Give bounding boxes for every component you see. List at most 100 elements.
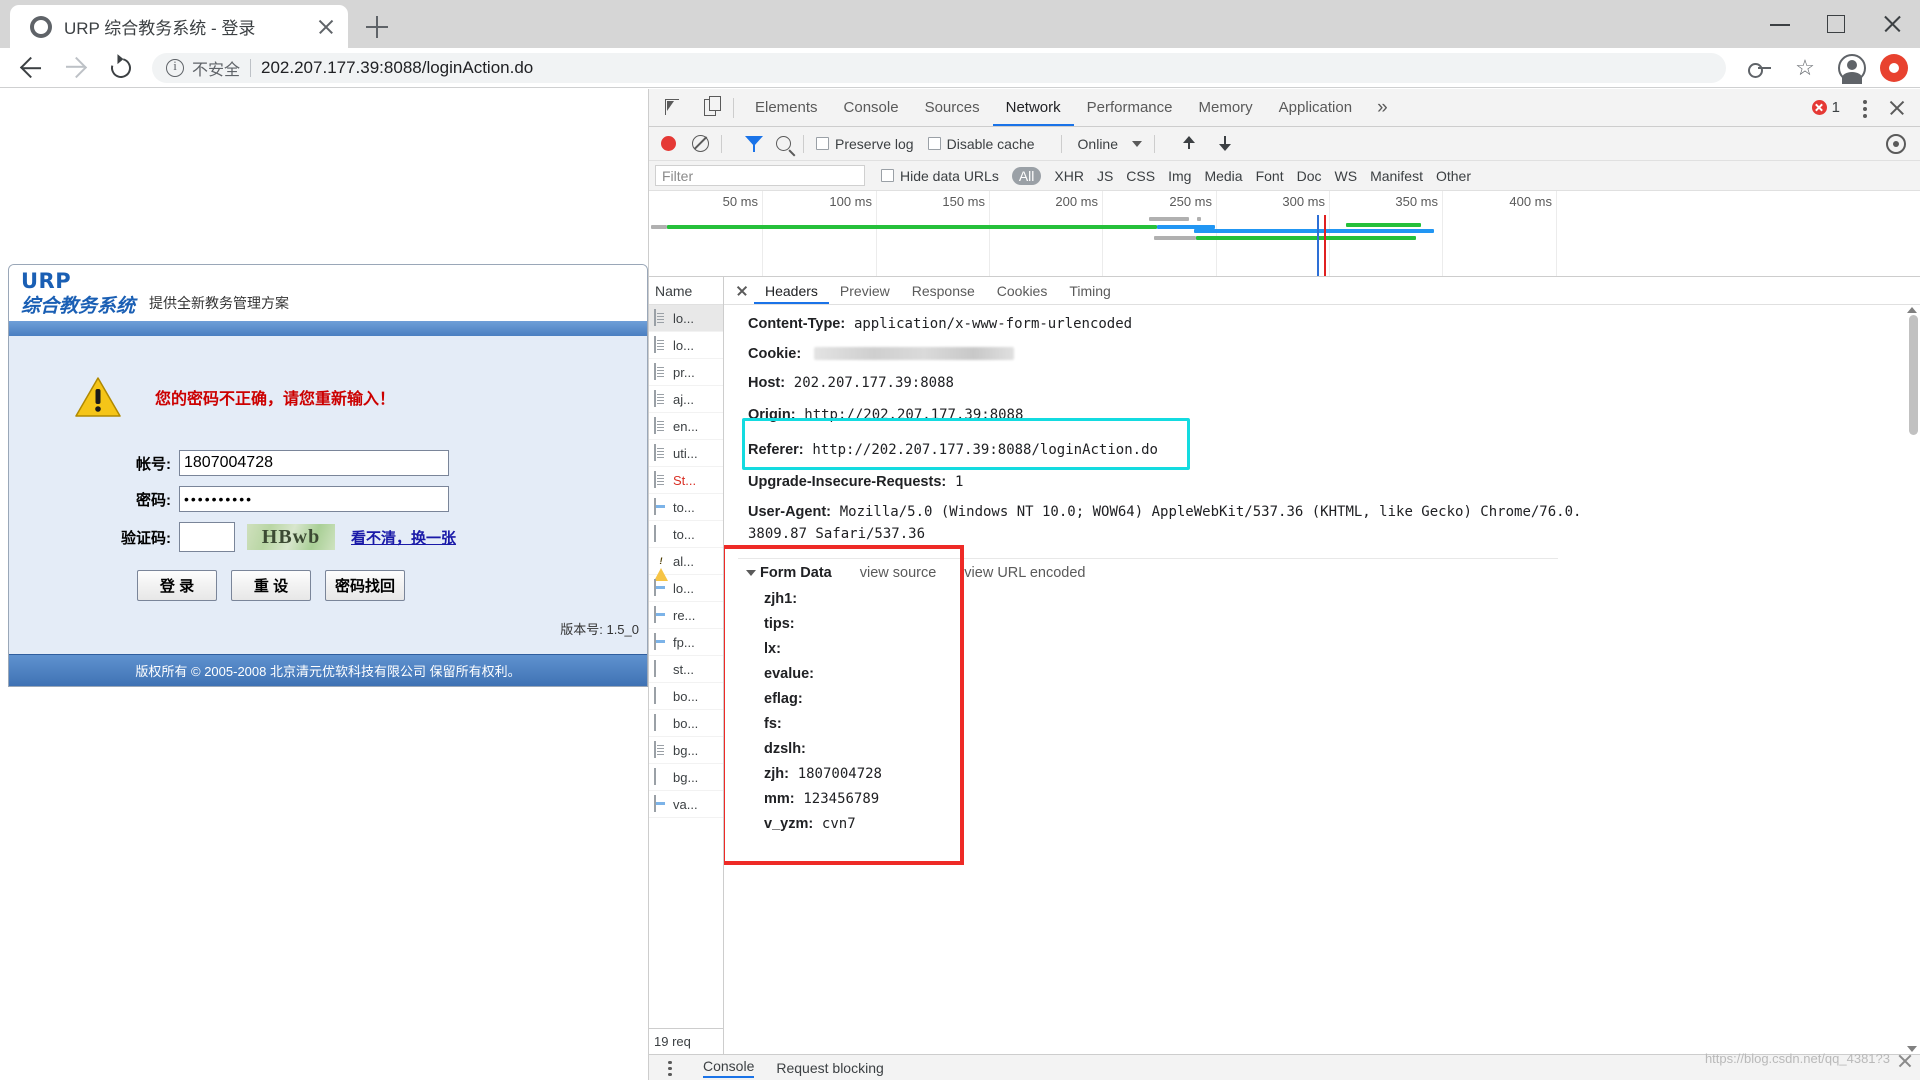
view-source-link[interactable]: view source — [860, 565, 937, 581]
window-minimize-button[interactable] — [1752, 0, 1808, 48]
tab-elements[interactable]: Elements — [742, 89, 831, 126]
address-bar[interactable]: 不安全 202.207.177.39:8088/loginAction.do — [152, 52, 1726, 83]
chevron-down-icon[interactable] — [1132, 140, 1142, 147]
hide-data-urls-checkbox[interactable] — [881, 169, 894, 182]
tab-close-icon[interactable] — [314, 15, 338, 39]
record-button-icon[interactable] — [661, 136, 676, 151]
login-button[interactable]: 登 录 — [137, 570, 217, 601]
table-row[interactable]: St... — [649, 467, 723, 494]
table-row[interactable]: lo... — [649, 332, 723, 359]
redacted-cookie-value — [813, 347, 1014, 360]
detail-close-icon[interactable] — [730, 279, 754, 303]
filter-input[interactable] — [655, 165, 865, 186]
tab-cookies[interactable]: Cookies — [986, 277, 1059, 304]
table-row[interactable]: al... — [649, 548, 723, 581]
view-url-encoded-link[interactable]: view URL encoded — [964, 565, 1085, 581]
filter-type-other[interactable]: Other — [1436, 168, 1471, 184]
forward-icon[interactable] — [58, 51, 92, 85]
tab-response[interactable]: Response — [901, 277, 986, 304]
table-row[interactable]: uti... — [649, 440, 723, 467]
throttle-select[interactable]: Online — [1078, 136, 1118, 152]
browser-tab[interactable]: URP 综合教务系统 - 登录 — [10, 5, 348, 48]
reload-icon[interactable] — [104, 51, 138, 85]
tab-application[interactable]: Application — [1266, 89, 1365, 126]
filter-type-ws[interactable]: WS — [1335, 168, 1358, 184]
profile-avatar-icon[interactable] — [1838, 53, 1866, 84]
network-overview-timeline[interactable]: 50 ms 100 ms 150 ms 200 ms 250 ms 300 ms… — [649, 191, 1920, 277]
gear-icon[interactable] — [1886, 133, 1906, 154]
table-row[interactable]: lo... — [649, 575, 723, 602]
import-har-icon[interactable] — [1181, 134, 1203, 154]
table-row[interactable]: bg... — [649, 764, 723, 791]
tab-timing[interactable]: Timing — [1058, 277, 1122, 304]
scroll-up-icon[interactable] — [1907, 307, 1917, 313]
table-row[interactable]: fp... — [649, 629, 723, 656]
captcha-input[interactable] — [179, 522, 235, 552]
password-recovery-button[interactable]: 密码找回 — [325, 570, 405, 601]
inspect-element-icon[interactable] — [657, 93, 687, 123]
filter-type-font[interactable]: Font — [1256, 168, 1284, 184]
tab-sources[interactable]: Sources — [912, 89, 993, 126]
request-list-header: Name — [649, 277, 723, 305]
table-row[interactable]: bo... — [649, 683, 723, 710]
detail-scrollbar[interactable] — [1907, 307, 1918, 1052]
watermark-close-icon[interactable] — [1896, 1052, 1914, 1070]
device-toolbar-icon[interactable] — [695, 93, 725, 123]
tab-memory[interactable]: Memory — [1186, 89, 1266, 126]
table-row[interactable]: pr... — [649, 359, 723, 386]
drawer-tab-request-blocking[interactable]: Request blocking — [776, 1060, 883, 1076]
filter-type-doc[interactable]: Doc — [1297, 168, 1322, 184]
disable-cache-checkbox[interactable] — [927, 137, 941, 150]
devtools-menu-icon[interactable] — [1852, 95, 1878, 121]
overview-tick: 150 ms — [942, 191, 990, 276]
table-row[interactable]: en... — [649, 413, 723, 440]
filter-type-manifest[interactable]: Manifest — [1370, 168, 1423, 184]
reset-button[interactable]: 重 设 — [231, 570, 311, 601]
filter-type-css[interactable]: CSS — [1126, 168, 1155, 184]
key-icon[interactable] — [1744, 53, 1774, 83]
password-input[interactable] — [179, 486, 449, 512]
window-maximize-button[interactable] — [1808, 0, 1864, 48]
error-badge[interactable]: 1 — [1811, 99, 1840, 116]
export-har-icon[interactable] — [1217, 134, 1239, 154]
filter-type-js[interactable]: JS — [1097, 168, 1113, 184]
form-data-header[interactable]: Form Data view source view URL encoded — [746, 565, 1920, 581]
captcha-refresh-link[interactable]: 看不清，换一张 — [351, 527, 456, 548]
filter-type-xhr[interactable]: XHR — [1054, 168, 1084, 184]
table-row[interactable]: aj... — [649, 386, 723, 413]
new-tab-button[interactable] — [360, 10, 394, 44]
preserve-log-checkbox[interactable] — [816, 137, 829, 150]
drawer-menu-icon[interactable] — [659, 1057, 681, 1079]
back-icon[interactable] — [14, 51, 48, 85]
table-row[interactable]: lo... — [649, 305, 723, 332]
drawer-tab-console[interactable]: Console — [703, 1058, 755, 1078]
scroll-thumb[interactable] — [1909, 315, 1918, 435]
tab-performance[interactable]: Performance — [1074, 89, 1186, 126]
table-row[interactable]: bo... — [649, 710, 723, 737]
triangle-expand-icon[interactable] — [746, 569, 756, 576]
search-icon[interactable] — [776, 136, 791, 151]
account-input[interactable] — [179, 450, 449, 476]
table-row[interactable]: st... — [649, 656, 723, 683]
extension-icon[interactable] — [1880, 53, 1908, 82]
table-row[interactable]: to... — [649, 494, 723, 521]
tab-headers[interactable]: Headers — [754, 277, 829, 304]
tab-preview[interactable]: Preview — [829, 277, 901, 304]
devtools-close-icon[interactable] — [1884, 95, 1910, 121]
table-row[interactable]: va... — [649, 791, 723, 818]
window-close-button[interactable] — [1864, 0, 1920, 48]
table-row[interactable]: bg... — [649, 737, 723, 764]
tab-console[interactable]: Console — [831, 89, 912, 126]
filter-type-media[interactable]: Media — [1204, 168, 1242, 184]
form-key: mm: — [764, 790, 795, 807]
tab-network[interactable]: Network — [992, 89, 1074, 126]
clear-icon[interactable] — [692, 135, 709, 152]
info-circle-icon[interactable] — [166, 58, 184, 77]
captcha-image[interactable]: HBwb — [247, 524, 335, 550]
filter-type-img[interactable]: Img — [1168, 168, 1191, 184]
filter-type-all[interactable]: All — [1011, 166, 1042, 185]
more-panels-icon[interactable]: » — [1365, 97, 1400, 119]
star-icon[interactable]: ☆ — [1790, 53, 1820, 83]
table-row[interactable]: to... — [649, 521, 723, 548]
table-row[interactable]: re... — [649, 602, 723, 629]
